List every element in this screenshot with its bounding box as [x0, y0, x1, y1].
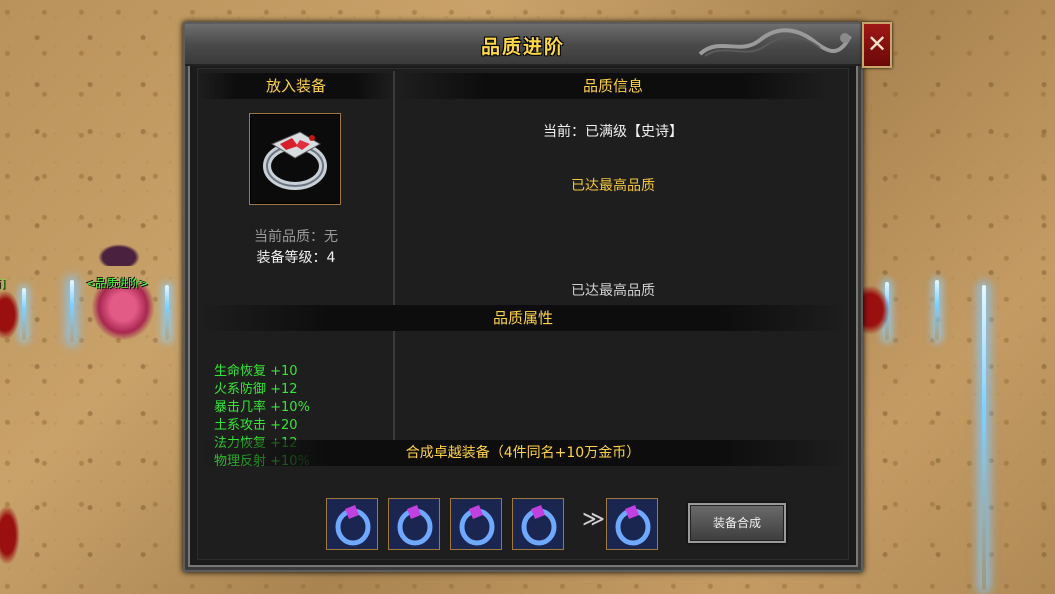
- ring-material-icon: [451, 499, 501, 549]
- synthesis-slot-4[interactable]: [512, 498, 564, 550]
- dialog-content: 放入装备 当前品质：无 装备等级：4 品质信息 当前：已满级【史诗】 已达最高品…: [197, 68, 849, 560]
- crystal-pillar: [70, 280, 74, 342]
- quality-attributes-header: 品质属性: [198, 305, 848, 331]
- ring-result-icon: [607, 499, 657, 549]
- synthesis-header: 合成卓越装备（4件同名+10万金币）: [198, 440, 848, 466]
- equip-level-label: 装备等级：4: [256, 250, 336, 266]
- npc-name-label[interactable]: <品质进阶>: [86, 275, 148, 291]
- max-quality-notice: 已达最高品质: [571, 178, 655, 194]
- equip-input-slot[interactable]: [249, 113, 341, 205]
- synthesize-equipment-button[interactable]: 装备合成: [688, 503, 786, 543]
- synthesis-slot-2[interactable]: [388, 498, 440, 550]
- max-quality-notice-secondary: 已达最高品质: [571, 283, 655, 299]
- equip-slot-header: 放入装备: [198, 73, 394, 99]
- current-quality-label: 当前品质：无: [254, 229, 338, 245]
- attribute-item: 暴击几率 +10%: [214, 400, 310, 415]
- ring-material-icon: [389, 499, 439, 549]
- red-creature: [0, 290, 20, 340]
- quality-advance-dialog: 品质进阶 放入装备 当前品质：无 装备等级：4 品质信息 当前：已满级【史诗】 …: [183, 22, 863, 572]
- ring-material-icon: [513, 499, 563, 549]
- npc-name-label-left: 商]: [0, 277, 6, 290]
- crystal-pillar: [935, 280, 939, 340]
- red-creature: [0, 505, 20, 565]
- quality-info-header: 品质信息: [398, 73, 828, 99]
- dialog-title: 品质进阶: [480, 36, 565, 58]
- synthesis-slot-3[interactable]: [450, 498, 502, 550]
- synthesis-result-slot[interactable]: [606, 498, 658, 550]
- dialog-titlebar[interactable]: 品质进阶: [185, 24, 861, 66]
- crystal-pillar: [22, 288, 26, 340]
- crystal-pillar: [165, 285, 169, 340]
- ring-material-icon: [327, 499, 377, 549]
- attribute-item: 土系攻击 +20: [214, 418, 298, 433]
- crystal-pillar: [982, 285, 986, 590]
- attribute-item: 火系防御 +12: [214, 382, 298, 397]
- current-quality-status: 当前：已满级【史诗】: [543, 124, 683, 140]
- attribute-item: 生命恢复 +10: [214, 364, 298, 379]
- ring-item-icon: [263, 131, 327, 190]
- double-arrow-icon: ≫: [582, 507, 606, 532]
- npc-character[interactable]: [92, 285, 154, 340]
- synthesis-slot-1[interactable]: [326, 498, 378, 550]
- npc-umbrella: [98, 244, 140, 266]
- close-button[interactable]: ✕: [862, 22, 892, 68]
